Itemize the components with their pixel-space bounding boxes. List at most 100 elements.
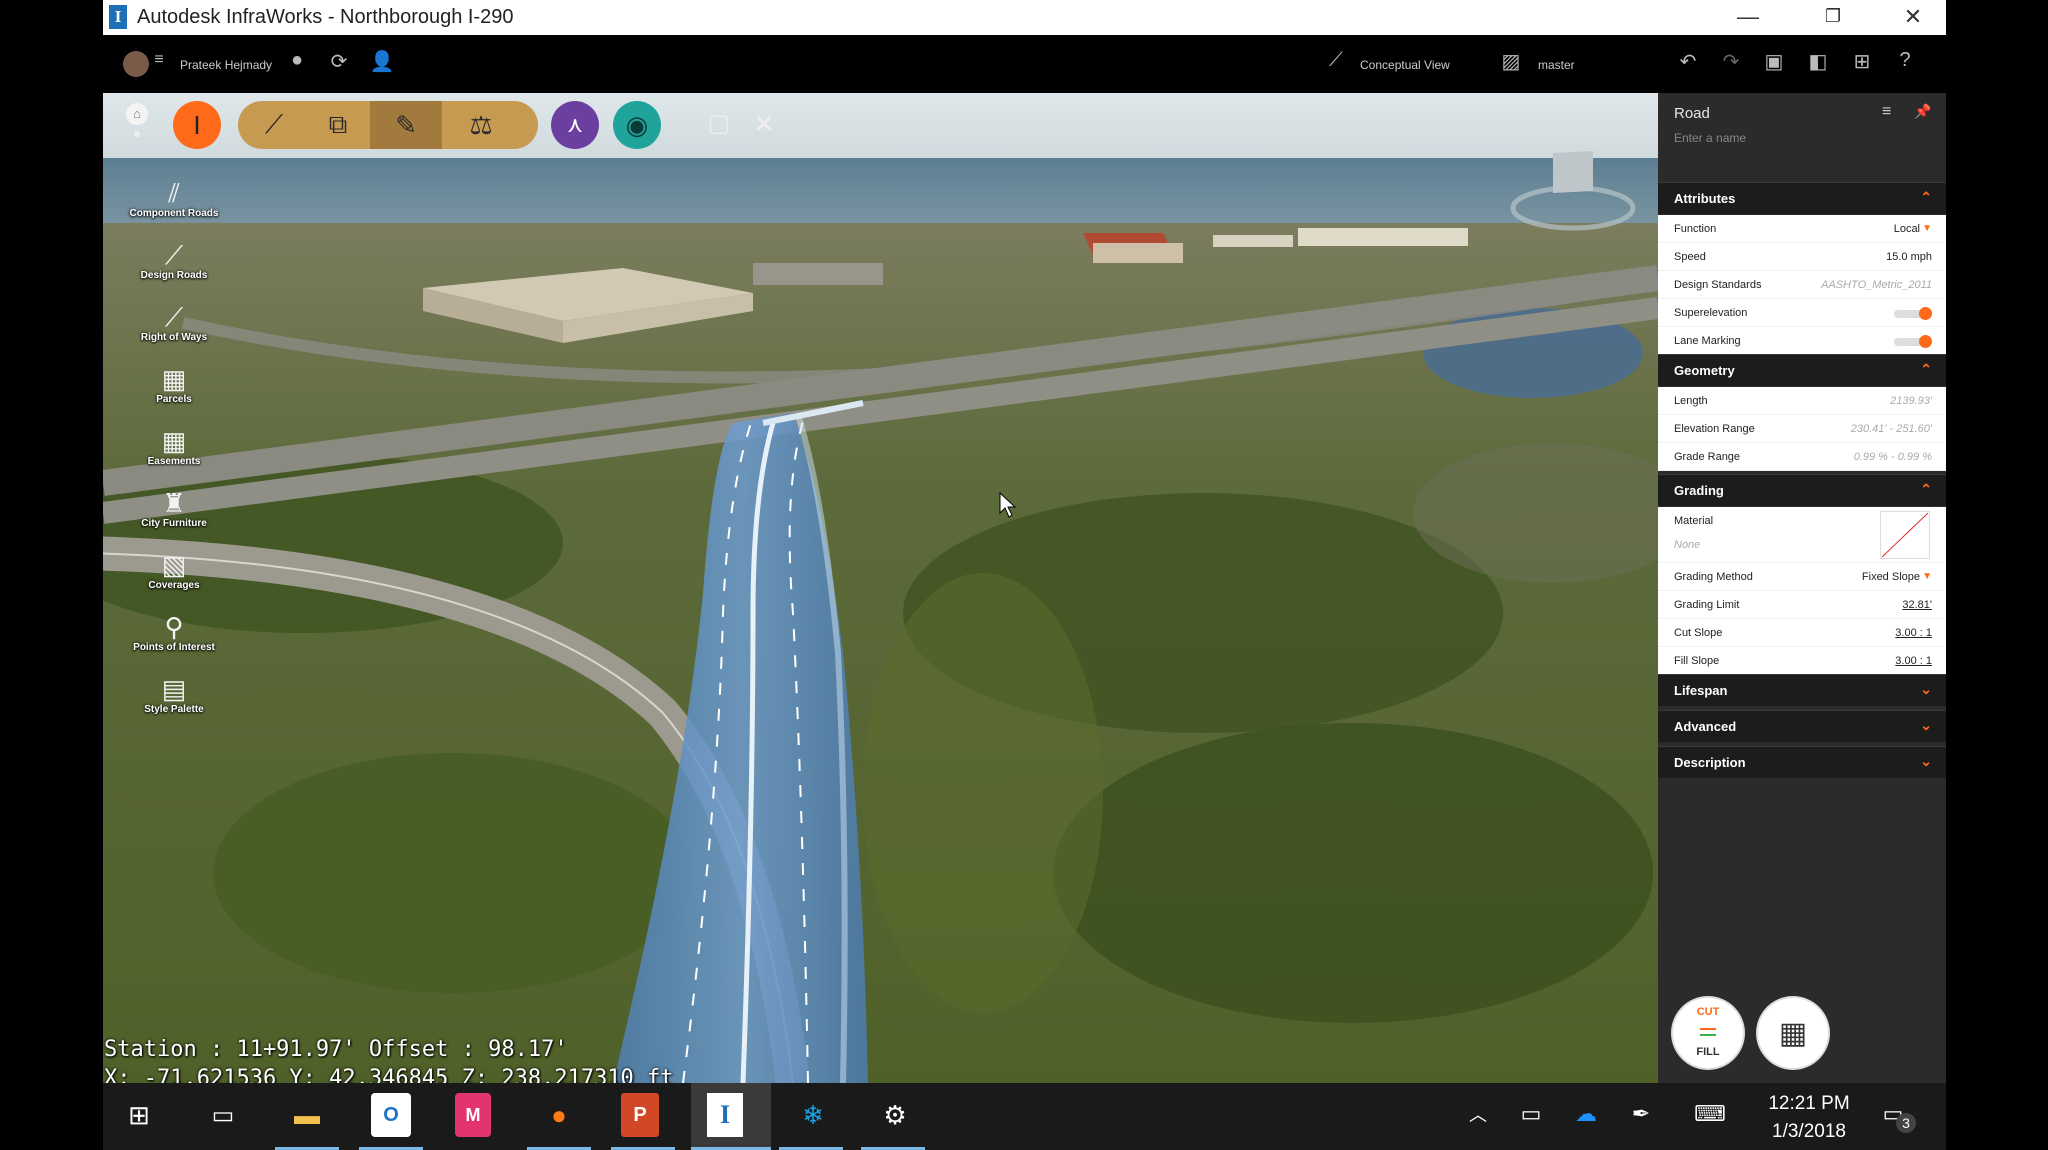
sketch-icon[interactable]: ✎ <box>370 101 442 149</box>
tool-easements[interactable]: ▦ Easements <box>112 426 236 467</box>
account-icon[interactable]: 👤 <box>368 49 396 74</box>
outlook-icon[interactable]: O <box>371 1093 411 1137</box>
sync-icon[interactable]: ⟳ <box>325 49 353 74</box>
function-row[interactable]: Function Local ▼ <box>1658 215 1946 243</box>
tool-right-of-ways[interactable]: ⟋ Right of Ways <box>112 302 236 343</box>
settings-tools-icon[interactable]: ✕ <box>748 109 780 141</box>
grading-method-row[interactable]: Grading Method Fixed Slope ▼ <box>1658 563 1946 591</box>
tool-label: Coverages <box>148 580 200 591</box>
tool-city-furniture[interactable]: ♜ City Furniture <box>112 488 236 529</box>
infraworks-menu-button[interactable]: I <box>173 101 221 149</box>
style-palette-icon: ▤ <box>161 674 187 704</box>
infraworks-app-icon: I <box>109 5 127 29</box>
restore-button[interactable]: ❐ <box>1803 0 1863 35</box>
keyboard-icon[interactable]: ⌨ <box>1688 1101 1732 1127</box>
collapse-icon: ⌃ <box>1920 361 1932 377</box>
attributes-header[interactable]: Attributes ⌃ <box>1658 182 1946 214</box>
calculator-icon[interactable]: ▦ <box>1758 998 1828 1068</box>
lane-marking-row: Lane Marking <box>1658 327 1946 355</box>
help-icon[interactable]: ? <box>1890 49 1920 72</box>
properties-panel: Road Enter a name ≡ 📌 Attributes ⌃ Functi… <box>1658 93 1946 1083</box>
lifespan-header[interactable]: Lifespan ⌄ <box>1658 674 1946 706</box>
tool-label: City Furniture <box>141 518 207 529</box>
superelevation-toggle[interactable] <box>1894 307 1932 320</box>
powerpoint-icon[interactable]: P <box>621 1093 659 1137</box>
fill-slope-row[interactable]: Fill Slope 3.00 : 1 <box>1658 647 1946 675</box>
drainage-button[interactable]: ◉ <box>613 101 661 149</box>
attributes-rows: Function Local ▼ Speed 15.0 mph Design S… <box>1658 215 1946 355</box>
settings-gear-icon[interactable]: ⚙ <box>871 1093 919 1137</box>
tool-group: ⟋ ⧉ ✎ ⚖ <box>238 101 538 149</box>
redo-icon[interactable]: ↷ <box>1716 49 1746 74</box>
tool-label: Style Palette <box>144 704 204 715</box>
battery-icon[interactable]: ▭ <box>1513 1101 1549 1127</box>
analyze-icon[interactable]: ⚖ <box>453 101 509 149</box>
home-icon[interactable]: ⌂ <box>126 103 148 125</box>
snapshot-icon[interactable]: ▣ <box>1759 49 1789 74</box>
tool-label: Parcels <box>156 394 192 405</box>
chat-icon[interactable]: ● <box>283 49 311 72</box>
lane-marking-toggle[interactable] <box>1894 335 1932 348</box>
tool-label: Design Roads <box>140 270 208 281</box>
description-header[interactable]: Description ⌄ <box>1658 746 1946 778</box>
onedrive-icon[interactable]: ☁ <box>1568 1101 1604 1127</box>
easements-icon: ▦ <box>161 426 187 456</box>
collapse-icon: ⌃ <box>1920 481 1932 497</box>
undo-icon[interactable]: ↶ <box>1673 49 1703 74</box>
speed-row[interactable]: Speed 15.0 mph <box>1658 243 1946 271</box>
user-name: Prateek Hejmady <box>180 58 273 72</box>
length-row: Length 2139.93' <box>1658 387 1946 415</box>
tool-label: Easements <box>147 456 201 467</box>
panel-menu-icon[interactable]: ≡ <box>1882 103 1891 121</box>
task-view-icon[interactable]: ▭ <box>199 1093 247 1137</box>
grading-header[interactable]: Grading ⌃ <box>1658 474 1946 506</box>
infraworks-taskbar-icon[interactable]: I <box>707 1093 743 1137</box>
grading-limit-row[interactable]: Grading Limit 32.81' <box>1658 591 1946 619</box>
name-input[interactable]: Enter a name <box>1674 131 1746 145</box>
app-header: ≡ Prateek Hejmady ● ⟳ 👤 ⟋ Conceptual Vie… <box>103 35 1946 93</box>
tool-parcels[interactable]: ▦ Parcels <box>112 364 236 405</box>
tool-style-palette[interactable]: ▤ Style Palette <box>112 674 236 715</box>
layout-icon[interactable]: ⊞ <box>1847 49 1877 74</box>
conceptual-view-icon[interactable]: ⟋ <box>1322 49 1350 72</box>
bridge-button[interactable]: ⋏ <box>551 101 599 149</box>
view-mode-label[interactable]: Conceptual View <box>1360 58 1450 72</box>
geometry-header[interactable]: Geometry ⌃ <box>1658 354 1946 386</box>
material-swatch[interactable] <box>1880 511 1930 559</box>
cut-fill-button[interactable]: CUT FILL <box>1673 998 1743 1068</box>
branch-icon[interactable]: ▨ <box>1497 49 1525 74</box>
windows-start-icon[interactable]: ⊞ <box>115 1093 163 1137</box>
roads-icon[interactable]: ⟋ <box>246 101 302 149</box>
tool-coverages[interactable]: ▧ Coverages <box>112 550 236 591</box>
close-button[interactable]: ✕ <box>1883 0 1943 35</box>
3d-viewport[interactable]: ⌂ I ⟋ ⧉ ✎ ⚖ ⋏ ◉ ▢ ✕ ⫽ Component Roads ⟋ Des… <box>103 93 1658 1091</box>
geometry-rows: Length 2139.93' Elevation Range 230.41' … <box>1658 387 1946 471</box>
file-explorer-icon[interactable]: ▬ <box>283 1093 331 1137</box>
cut-slope-row[interactable]: Cut Slope 3.00 : 1 <box>1658 619 1946 647</box>
advanced-header[interactable]: Advanced ⌄ <box>1658 710 1946 742</box>
mural-app-icon[interactable]: M <box>455 1093 491 1137</box>
clock-time[interactable]: 12:21 PM <box>1759 1093 1859 1115</box>
panels-icon[interactable]: ◧ <box>1803 49 1833 74</box>
elevation-range-row: Elevation Range 230.41' - 251.60' <box>1658 415 1946 443</box>
avatar[interactable] <box>123 51 149 77</box>
design-standards-row[interactable]: Design Standards AASHTO_Metric_2011 <box>1658 271 1946 299</box>
firefox-icon[interactable]: ● <box>535 1093 583 1137</box>
user-menu-icon[interactable]: ≡ <box>149 51 169 69</box>
pen-icon[interactable]: ✒ <box>1623 1101 1659 1127</box>
tool-component-roads[interactable]: ⫽ Component Roads <box>112 178 236 219</box>
present-icon[interactable]: ▢ <box>703 109 735 141</box>
pin-icon[interactable]: 📌 <box>1914 103 1931 120</box>
clock-date[interactable]: 1/3/2018 <box>1759 1121 1859 1143</box>
points-of-interest-icon: ⚲ <box>164 612 184 642</box>
minimize-button[interactable]: — <box>1718 0 1778 35</box>
screen: { "window": { "title": "Autodesk InfraWo… <box>0 0 2048 1150</box>
snowflake-app-icon[interactable]: ❄ <box>789 1093 837 1137</box>
tool-points-of-interest[interactable]: ⚲ Points of Interest <box>112 612 236 653</box>
create-icon[interactable]: ⧉ <box>310 101 366 149</box>
material-row[interactable]: Material None <box>1658 507 1946 563</box>
coverages-icon: ▧ <box>161 550 187 580</box>
tool-design-roads[interactable]: ⟋ Design Roads <box>112 240 236 281</box>
branch-label[interactable]: master <box>1538 58 1575 72</box>
tray-expand-icon[interactable]: ︿ <box>1463 1101 1493 1127</box>
